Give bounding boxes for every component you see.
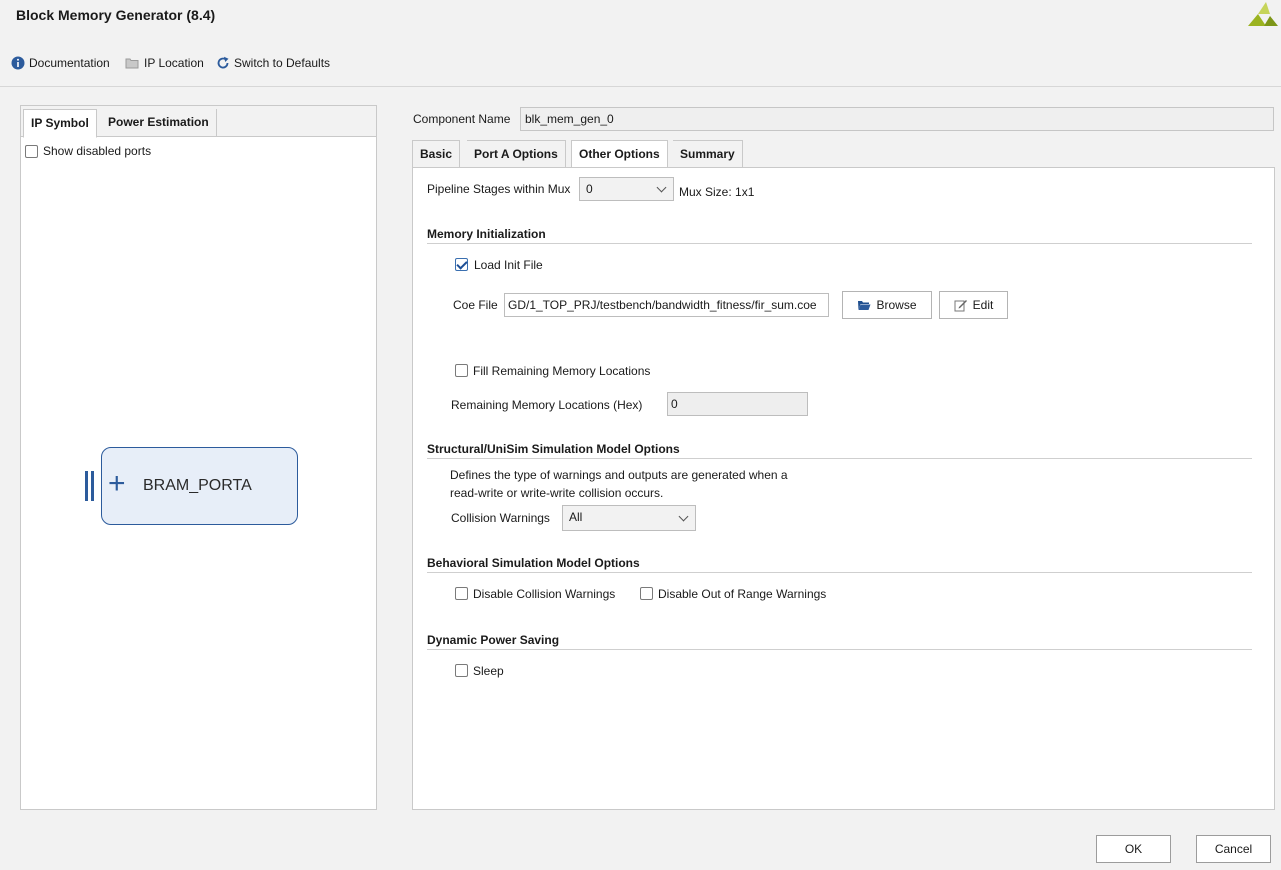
- documentation-link[interactable]: Documentation: [11, 56, 110, 70]
- section-divider: [427, 649, 1252, 650]
- load-init-file-label: Load Init File: [474, 258, 543, 272]
- pipeline-stages-label: Pipeline Stages within Mux: [427, 182, 571, 196]
- section-divider: [427, 572, 1252, 573]
- dynamic-power-title: Dynamic Power Saving: [427, 633, 560, 647]
- tab-basic[interactable]: Basic: [412, 140, 461, 168]
- disable-collision-checkbox[interactable]: [455, 587, 468, 600]
- collision-warnings-select[interactable]: All: [562, 505, 696, 531]
- load-init-file-checkbox[interactable]: [455, 258, 468, 271]
- dialog-title: Block Memory Generator (8.4): [16, 7, 216, 23]
- toolbar-divider: [0, 86, 1281, 87]
- ip-location-label: IP Location: [144, 56, 204, 70]
- section-divider: [427, 243, 1252, 244]
- bram-port-bus-icon: [84, 471, 98, 501]
- switch-defaults-link[interactable]: Switch to Defaults: [216, 56, 330, 70]
- structural-description-line2: read-write or write-write collision occu…: [450, 486, 664, 500]
- coe-file-field[interactable]: GD/1_TOP_PRJ/testbench/bandwidth_fitness…: [504, 293, 829, 317]
- refresh-icon: [217, 56, 229, 69]
- show-disabled-ports-checkbox[interactable]: [25, 145, 38, 158]
- documentation-label: Documentation: [29, 56, 110, 70]
- switch-defaults-label: Switch to Defaults: [234, 56, 331, 70]
- remaining-locations-field[interactable]: 0: [667, 392, 808, 416]
- tab-power-estimation[interactable]: Power Estimation: [101, 109, 217, 137]
- ip-location-link[interactable]: IP Location: [125, 56, 204, 70]
- ok-label: OK: [1124, 842, 1143, 856]
- coe-file-label: Coe File: [453, 298, 498, 312]
- ok-button[interactable]: OK: [1096, 835, 1171, 863]
- expand-plus-icon[interactable]: +: [108, 469, 126, 499]
- config-tab-strip: Basic Port A Options Other Options Summa…: [412, 140, 1275, 169]
- sleep-checkbox[interactable]: [455, 664, 468, 677]
- show-disabled-ports-label: Show disabled ports: [43, 144, 152, 158]
- fill-remaining-checkbox[interactable]: [455, 364, 468, 377]
- edit-button[interactable]: Edit: [939, 291, 1008, 319]
- browse-label: Browse: [876, 298, 917, 312]
- tab-port-a-options[interactable]: Port A Options: [467, 140, 566, 168]
- disable-collision-label: Disable Collision Warnings: [473, 587, 616, 601]
- structural-options-title: Structural/UniSim Simulation Model Optio…: [427, 442, 680, 456]
- info-icon: [11, 56, 25, 70]
- cancel-button[interactable]: Cancel: [1196, 835, 1271, 863]
- chevron-down-icon: [656, 182, 667, 193]
- mux-size-label: Mux Size: 1x1: [679, 185, 755, 199]
- component-name-field[interactable]: blk_mem_gen_0: [520, 107, 1274, 131]
- memory-initialization-title: Memory Initialization: [427, 227, 546, 241]
- cancel-label: Cancel: [1214, 842, 1253, 856]
- pipeline-stages-value: 0: [586, 182, 593, 196]
- fill-remaining-label: Fill Remaining Memory Locations: [473, 364, 651, 378]
- pipeline-stages-select[interactable]: 0: [579, 177, 674, 201]
- section-divider: [427, 458, 1252, 459]
- collision-warnings-value: All: [569, 510, 583, 524]
- component-name-label: Component Name: [413, 112, 511, 126]
- xilinx-logo-icon: [1248, 2, 1278, 26]
- folder-icon: [125, 58, 139, 69]
- disable-range-label: Disable Out of Range Warnings: [658, 587, 827, 601]
- tab-summary[interactable]: Summary: [673, 140, 743, 168]
- behavioral-options-title: Behavioral Simulation Model Options: [427, 556, 640, 570]
- left-tab-strip: IP Symbol Power Estimation: [21, 106, 376, 138]
- open-folder-icon: [858, 301, 871, 310]
- sleep-label: Sleep: [473, 664, 504, 678]
- tab-ip-symbol[interactable]: IP Symbol: [23, 109, 97, 138]
- remaining-locations-label: Remaining Memory Locations (Hex): [451, 398, 643, 412]
- structural-description-line1: Defines the type of warnings and outputs…: [450, 468, 788, 482]
- collision-warnings-label: Collision Warnings: [451, 511, 550, 525]
- chevron-down-icon: [678, 511, 689, 522]
- browse-button[interactable]: Browse: [842, 291, 932, 319]
- disable-range-checkbox[interactable]: [640, 587, 653, 600]
- tab-other-options[interactable]: Other Options: [571, 140, 668, 169]
- edit-label: Edit: [972, 298, 994, 312]
- bram-porta-label: BRAM_PORTA: [143, 477, 252, 494]
- bram-porta-block[interactable]: + BRAM_PORTA: [101, 447, 298, 525]
- edit-pencil-icon: [954, 300, 967, 312]
